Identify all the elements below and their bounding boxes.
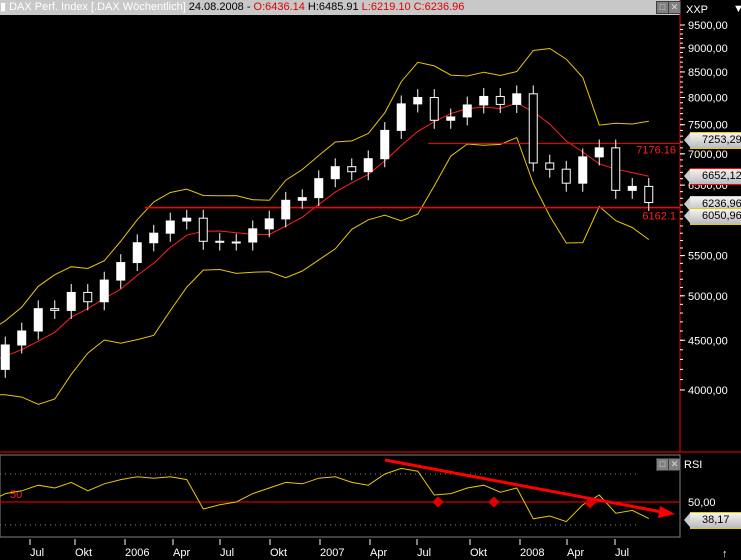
candle-body <box>446 116 456 121</box>
bollinger-upper-line <box>0 47 649 325</box>
x-tick-label: Jul <box>615 547 629 559</box>
y-tick-label: 9000,00 <box>688 43 728 55</box>
candle-body <box>314 178 324 199</box>
x-tick-label: Apr <box>370 547 387 559</box>
candle-body <box>66 291 76 311</box>
candle-body <box>578 156 588 184</box>
candle-body <box>231 241 241 244</box>
close-icon[interactable]: ✕ <box>668 1 681 14</box>
candle-body <box>116 262 126 281</box>
x-tick-label: Apr <box>173 547 190 559</box>
candle-body <box>413 97 423 105</box>
candle-body <box>33 308 43 332</box>
y-tick-label: 7000,00 <box>688 149 728 161</box>
candle-body <box>215 240 225 243</box>
candle-body <box>644 185 654 204</box>
x-tick-label: Jul <box>220 547 234 559</box>
x-tick-label: Apr <box>567 547 584 559</box>
rsi-line <box>0 467 650 523</box>
y-tick-label: 5000,00 <box>688 291 728 303</box>
x-tick-label: Okt <box>75 547 92 559</box>
x-tick-label: 2007 <box>320 547 344 559</box>
candle-body <box>281 199 291 220</box>
rsi-close-icon[interactable]: ✕ <box>668 458 681 471</box>
y-tick-label: 7500,00 <box>688 120 728 132</box>
y-tick-label: 8000,00 <box>688 93 728 105</box>
candle-body <box>330 166 340 180</box>
candle-body <box>132 242 142 264</box>
candle-body <box>479 95 489 106</box>
candle-body <box>429 97 439 121</box>
candle-body <box>512 93 522 105</box>
candle-body <box>627 185 637 191</box>
candle-body <box>462 104 472 118</box>
candle-body <box>380 129 390 160</box>
candle-body <box>198 217 208 242</box>
price-tag: 7253,29 <box>684 131 741 149</box>
y-tick-label: 4000,00 <box>688 385 728 397</box>
candle-body <box>264 218 274 230</box>
y-tick-label: 9500,00 <box>688 20 728 32</box>
rsi-signal-marker <box>432 496 444 508</box>
candle-body <box>83 291 93 303</box>
trend-arrow-icon <box>658 506 675 518</box>
candle-body <box>182 217 192 222</box>
bollinger-lower-line <box>0 136 650 405</box>
candle-body <box>561 168 571 184</box>
level-label: 7176.16 <box>636 144 676 156</box>
rsi-tick-label: 50,00 <box>688 497 716 509</box>
candle-body <box>594 147 604 158</box>
candle-body <box>545 162 555 170</box>
candle-body <box>363 158 373 173</box>
rsi-signal-marker <box>488 496 500 508</box>
candle-body <box>165 220 175 234</box>
level-label: 6162.1 <box>642 211 676 223</box>
x-tick-label: Jul <box>417 547 431 559</box>
y-tick-label: 4500,00 <box>688 335 728 347</box>
chart-window: ▮ DAX Perf. Index [.DAX Wöchentlich] 24.08… <box>0 0 741 560</box>
scroll-arrow-icon: ↑ <box>722 548 728 560</box>
candle-body <box>149 232 159 244</box>
candle-body <box>248 228 258 243</box>
candle-body <box>528 93 538 164</box>
candle-body <box>396 103 406 131</box>
price-chart: XXP ▼9500,009000,008500,008000,007500,007… <box>0 0 741 560</box>
candle-body <box>99 279 109 303</box>
moving-average-line <box>0 102 649 359</box>
price-unit-label: XXP <box>686 4 708 16</box>
candle-body <box>611 147 621 191</box>
candle-body <box>495 95 505 105</box>
price-tag: 6050,96 <box>684 208 741 226</box>
x-tick-label: Okt <box>270 547 287 559</box>
rsi-value-tag: 38,17 <box>684 511 741 529</box>
x-tick-label: Jul <box>30 547 44 559</box>
y-tick-label: 8500,00 <box>688 67 728 79</box>
x-tick-label: 2008 <box>520 547 544 559</box>
y-tick-label: 5500,00 <box>688 251 728 263</box>
candle-body <box>0 344 10 370</box>
axis-menu-icon: ▼ <box>733 3 741 15</box>
x-tick-label: 2006 <box>125 547 149 559</box>
price-tag: 6652,12 <box>684 168 741 186</box>
x-tick-label: Okt <box>470 547 487 559</box>
candle-body <box>17 330 27 346</box>
rsi-label: RSI <box>684 459 702 471</box>
candle-body <box>347 166 357 173</box>
rsi-trend-line <box>384 458 663 514</box>
candle-body <box>297 197 307 201</box>
candle-body <box>50 308 60 311</box>
